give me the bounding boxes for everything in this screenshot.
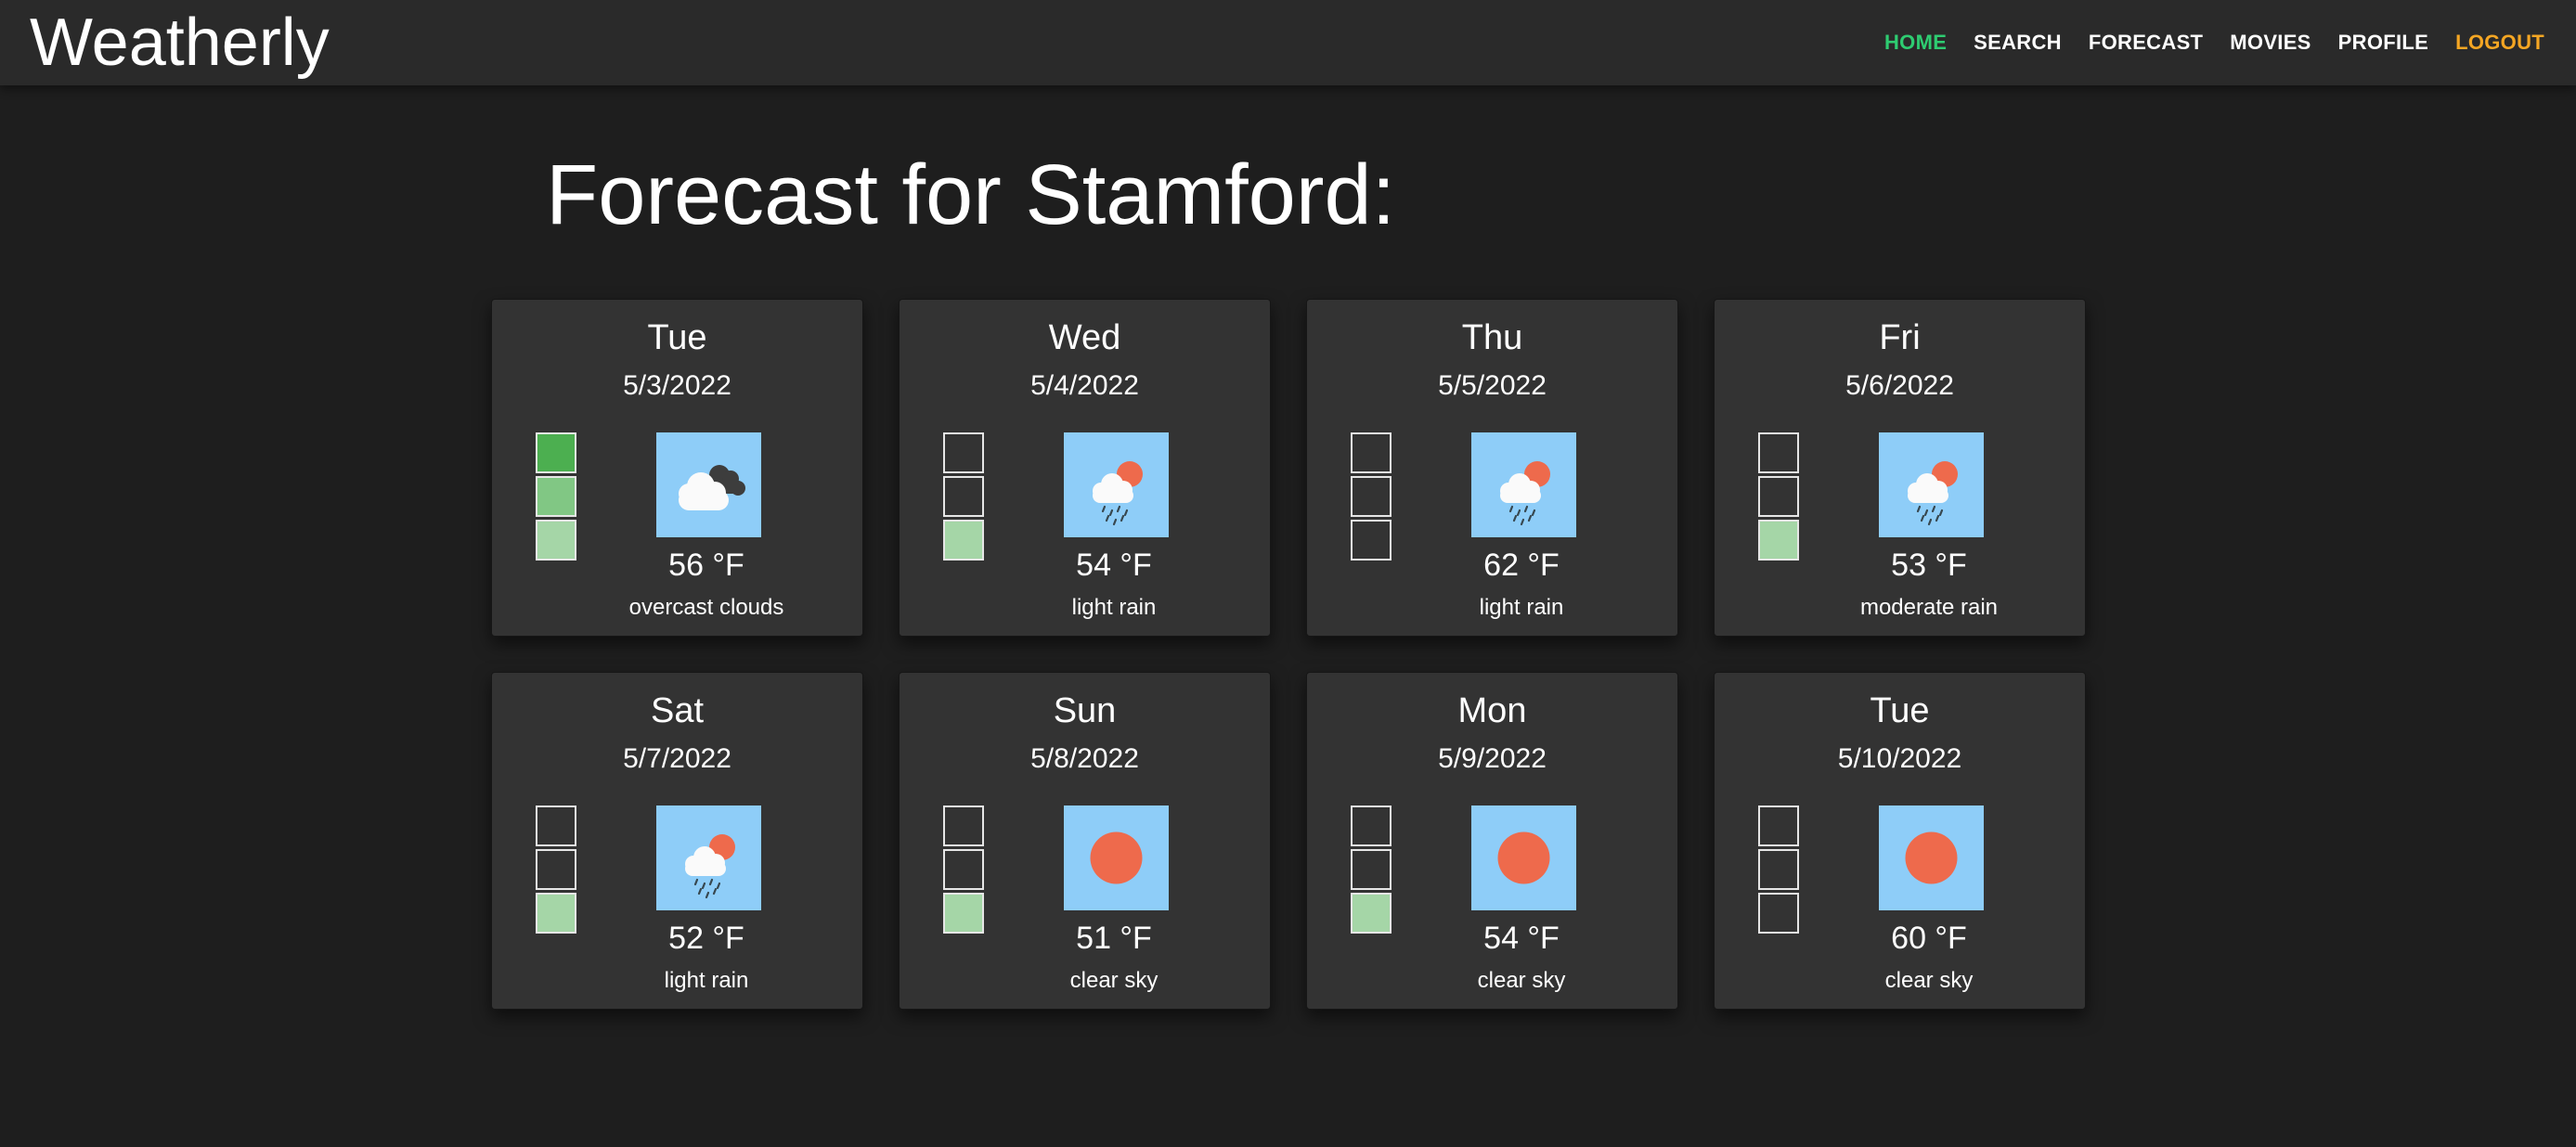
- forecast-temperature: 54 °F: [1483, 921, 1560, 956]
- level-meter-cell: [536, 432, 576, 473]
- forecast-date: 5/4/2022: [1030, 370, 1139, 401]
- brand-logo-text[interactable]: Weatherly: [30, 4, 330, 82]
- nav-logout-link[interactable]: LOGOUT: [2455, 31, 2544, 55]
- level-meter-cell: [536, 849, 576, 890]
- level-meter-cell: [943, 520, 984, 561]
- level-meter-cell: [1351, 432, 1392, 473]
- forecast-card-3: Fri 5/6/2022 53 °F moderate rain: [1714, 299, 2086, 637]
- rain-sun-icon: [1471, 432, 1576, 537]
- nav-links: HOME SEARCH FORECAST MOVIES PROFILE LOGO…: [1858, 0, 2544, 85]
- forecast-description: clear sky: [1884, 968, 1974, 993]
- forecast-day: Mon: [1457, 691, 1527, 730]
- level-meter: [536, 805, 576, 936]
- forecast-day: Sun: [1053, 691, 1117, 730]
- level-meter-cell: [1351, 893, 1392, 934]
- sun-icon: [1064, 805, 1169, 910]
- level-meter-cell: [1351, 520, 1392, 561]
- level-meter-cell: [1351, 849, 1392, 890]
- forecast-temperature: 52 °F: [668, 921, 744, 956]
- nav-forecast-link[interactable]: FORECAST: [2089, 31, 2203, 55]
- level-meter: [1758, 432, 1799, 563]
- forecast-day: Tue: [1870, 691, 1930, 730]
- level-meter-cell: [943, 849, 984, 890]
- level-meter-cell: [1758, 893, 1799, 934]
- forecast-card-7: Tue 5/10/2022 60 °F clear sky: [1714, 672, 2086, 1010]
- level-meter-cell: [536, 805, 576, 846]
- level-meter-cell: [1351, 476, 1392, 517]
- nav-search-link[interactable]: SEARCH: [1974, 31, 2062, 55]
- forecast-card-4: Sat 5/7/2022 52 °F light rain: [491, 672, 863, 1010]
- forecast-card-5: Sun 5/8/2022 51 °F clear sky: [899, 672, 1271, 1010]
- forecast-day: Sat: [650, 691, 705, 730]
- level-meter-cell: [536, 520, 576, 561]
- rain-sun-icon: [1879, 432, 1984, 537]
- level-meter: [536, 432, 576, 563]
- level-meter-cell: [943, 805, 984, 846]
- forecast-card-0: Tue 5/3/2022 56 °F overcast clouds: [491, 299, 863, 637]
- forecast-day: Fri: [1879, 318, 1921, 357]
- rain-sun-icon: [1064, 432, 1169, 537]
- forecast-description: light rain: [1479, 595, 1564, 620]
- sun-icon: [1471, 805, 1576, 910]
- forecast-temperature: 53 °F: [1891, 548, 1967, 583]
- forecast-card-2: Thu 5/5/2022 62 °F light rain: [1306, 299, 1678, 637]
- forecast-date: 5/7/2022: [623, 743, 731, 774]
- level-meter: [1351, 805, 1392, 936]
- level-meter-cell: [1758, 432, 1799, 473]
- forecast-description: clear sky: [1069, 968, 1159, 993]
- forecast-date: 5/9/2022: [1438, 743, 1547, 774]
- forecast-description: light rain: [664, 968, 749, 993]
- level-meter-cell: [1758, 520, 1799, 561]
- nav-movies-link[interactable]: MOVIES: [2230, 31, 2311, 55]
- level-meter-cell: [1758, 805, 1799, 846]
- forecast-description: overcast clouds: [628, 595, 784, 620]
- overcast-clouds-icon: [656, 432, 761, 537]
- level-meter-cell: [1758, 849, 1799, 890]
- forecast-temperature: 60 °F: [1891, 921, 1967, 956]
- level-meter-cell: [1351, 805, 1392, 846]
- forecast-temperature: 56 °F: [668, 548, 744, 583]
- level-meter-cell: [943, 476, 984, 517]
- level-meter: [1758, 805, 1799, 936]
- rain-sun-icon: [656, 805, 761, 910]
- level-meter-cell: [943, 432, 984, 473]
- forecast-description: clear sky: [1477, 968, 1566, 993]
- forecast-description: moderate rain: [1859, 595, 1999, 620]
- page-title: Forecast for Stamford:: [546, 148, 1396, 242]
- level-meter-cell: [536, 893, 576, 934]
- forecast-temperature: 51 °F: [1076, 921, 1152, 956]
- forecast-date: 5/3/2022: [623, 370, 731, 401]
- forecast-date: 5/6/2022: [1845, 370, 1954, 401]
- forecast-card-1: Wed 5/4/2022 54 °F light rain: [899, 299, 1271, 637]
- forecast-day: Wed: [1048, 318, 1121, 357]
- level-meter-cell: [943, 893, 984, 934]
- forecast-temperature: 54 °F: [1076, 548, 1152, 583]
- forecast-date: 5/8/2022: [1030, 743, 1139, 774]
- forecast-day: Tue: [647, 318, 707, 357]
- top-navbar: Weatherly HOME SEARCH FORECAST MOVIES PR…: [0, 0, 2576, 85]
- level-meter: [943, 805, 984, 936]
- level-meter-cell: [1758, 476, 1799, 517]
- forecast-date: 5/5/2022: [1438, 370, 1547, 401]
- sun-icon: [1879, 805, 1984, 910]
- forecast-description: light rain: [1071, 595, 1157, 620]
- forecast-card-6: Mon 5/9/2022 54 °F clear sky: [1306, 672, 1678, 1010]
- level-meter: [943, 432, 984, 563]
- forecast-date: 5/10/2022: [1837, 743, 1962, 774]
- forecast-day: Thu: [1461, 318, 1523, 357]
- nav-home-link[interactable]: HOME: [1884, 31, 1947, 55]
- forecast-temperature: 62 °F: [1483, 548, 1560, 583]
- nav-profile-link[interactable]: PROFILE: [2338, 31, 2428, 55]
- level-meter: [1351, 432, 1392, 563]
- level-meter-cell: [536, 476, 576, 517]
